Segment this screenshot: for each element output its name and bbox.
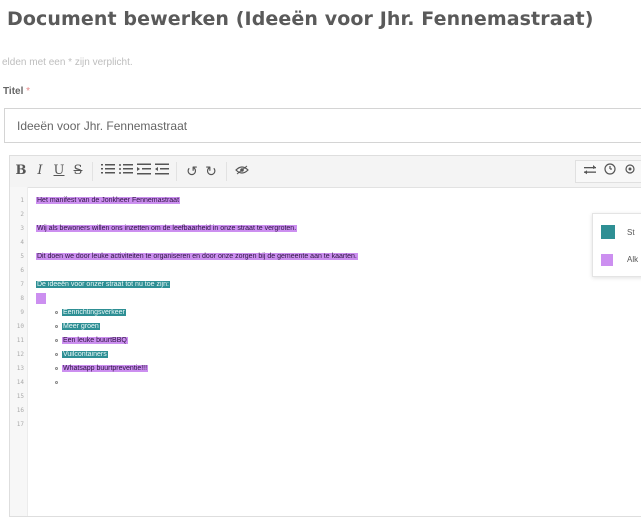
list-item-text: Vuilcontainers xyxy=(62,351,108,358)
required-fields-note: elden met een * zijn verplicht. xyxy=(2,57,133,68)
bullet-icon xyxy=(55,325,58,328)
line-number: 3 xyxy=(20,225,24,232)
highlighted-text: Dit doen we door leuke activiteiten te o… xyxy=(36,253,358,260)
ordered-list-icon[interactable] xyxy=(100,163,116,179)
list-item-text: Een leuke buurtBBQ xyxy=(62,337,128,344)
title-input[interactable] xyxy=(4,108,641,143)
required-star: * xyxy=(26,86,31,97)
line-number: 5 xyxy=(20,253,24,260)
strikethrough-button[interactable]: S xyxy=(71,163,85,179)
highlighted-text: Het manifest van de Jonkheer Fennemastra… xyxy=(36,197,181,204)
highlighted-text: De ideeën voor onzer straat tot nu toe z… xyxy=(36,281,170,288)
line-number: 6 xyxy=(20,267,24,274)
line-number: 8 xyxy=(20,295,24,302)
line-number: 4 xyxy=(20,239,24,246)
bullet-icon xyxy=(55,353,58,356)
bold-button[interactable]: B xyxy=(14,163,28,179)
list-item: Whatsapp buurtpreventie!!! xyxy=(55,363,149,374)
editor-line: Het manifest van de Jonkheer Fennemastra… xyxy=(36,195,181,206)
bullet-icon xyxy=(55,339,58,342)
bullet-icon xyxy=(55,367,58,370)
list-item: Eenrichtingsverkeer xyxy=(55,307,126,318)
editor-line: Wij als bewoners willen ons inzetten om … xyxy=(36,223,298,234)
line-number: 11 xyxy=(16,337,24,344)
line-number: 7 xyxy=(20,281,24,288)
legend-swatch-teal xyxy=(601,225,615,239)
legend-label: St xyxy=(627,228,635,237)
highlighted-text: Wij als bewoners willen ons inzetten om … xyxy=(36,225,298,232)
bullet-icon xyxy=(55,381,58,384)
line-number: 10 xyxy=(16,323,24,330)
title-label-text: Titel xyxy=(3,86,24,97)
line-number: 1 xyxy=(20,197,24,204)
list-item: Meer groen xyxy=(55,321,100,332)
empty-highlight xyxy=(36,293,46,304)
line-number: 13 xyxy=(16,365,24,372)
preview-eye-icon[interactable] xyxy=(234,163,250,179)
editor: B I U S ↺ ↻ 1 2 3 4 5 6 7 8 9 10 11 12 1… xyxy=(9,155,641,517)
swap-icon[interactable] xyxy=(582,163,598,179)
outdent-icon[interactable] xyxy=(154,163,170,179)
underline-button[interactable]: U xyxy=(52,163,66,179)
line-number: 15 xyxy=(16,393,24,400)
list-item-text: Meer groen xyxy=(62,323,100,330)
toolbar-separator xyxy=(226,162,227,181)
clock-icon[interactable] xyxy=(602,163,618,179)
toolbar-separator xyxy=(176,162,177,181)
list-item: Vuilcontainers xyxy=(55,349,108,360)
line-number: 17 xyxy=(16,421,24,428)
indent-icon[interactable] xyxy=(136,163,152,179)
legend-swatch-purple xyxy=(601,254,613,266)
bullet-icon xyxy=(55,311,58,314)
legend-label: Alk xyxy=(627,255,639,264)
list-item-text: Eenrichtingsverkeer xyxy=(62,309,126,316)
editor-line: De ideeën voor onzer straat tot nu toe z… xyxy=(36,279,170,290)
editor-toolbar: B I U S ↺ ↻ xyxy=(10,156,641,188)
line-number-gutter: 1 2 3 4 5 6 7 8 9 10 11 12 13 14 15 16 1… xyxy=(10,187,28,516)
title-field-label: Titel * xyxy=(3,86,30,97)
list-item: Een leuke buurtBBQ xyxy=(55,335,128,346)
unordered-list-icon[interactable] xyxy=(118,163,134,179)
undo-button[interactable]: ↺ xyxy=(184,163,200,179)
page-title: Document bewerken (Ideeën voor Jhr. Fenn… xyxy=(7,8,594,30)
line-number: 14 xyxy=(16,379,24,386)
editor-line xyxy=(36,293,46,304)
line-number: 16 xyxy=(16,407,24,414)
settings-icon[interactable] xyxy=(622,163,638,179)
line-number: 9 xyxy=(20,309,24,316)
highlight-legend-panel: St Alk xyxy=(592,213,641,277)
line-number: 12 xyxy=(16,351,24,358)
list-item-text: Whatsapp buurtpreventie!!! xyxy=(62,365,149,372)
line-number: 2 xyxy=(20,211,24,218)
redo-button[interactable]: ↻ xyxy=(203,163,219,179)
italic-button[interactable]: I xyxy=(33,163,47,179)
editor-line: Dit doen we door leuke activiteiten te o… xyxy=(36,251,358,262)
toolbar-separator xyxy=(92,162,93,181)
